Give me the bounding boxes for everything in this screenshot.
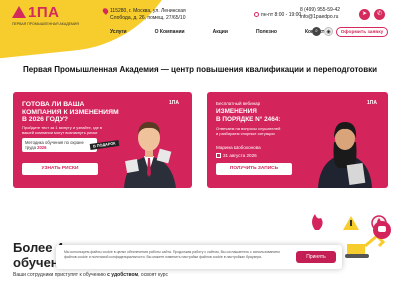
chat-icon[interactable]	[373, 221, 391, 239]
nav-item-useful[interactable]: Полезно	[256, 29, 277, 35]
nav-item-services[interactable]: Услуги	[110, 29, 127, 35]
webinar-subtitle-line2: и разбираем спорные ситуации	[216, 131, 275, 136]
banner-risk-test[interactable]: 1ПА ГОТОВА ЛИ ВАША КОМПАНИЯ К ИЗМЕНЕНИЯМ…	[13, 92, 192, 188]
webinar-kicker: Бесплатный вебинар	[216, 101, 261, 106]
webinar-date-text: 31 августа 2026	[223, 153, 257, 158]
logo-mark-icon	[12, 6, 26, 18]
whatsapp-icon[interactable]: ✆	[374, 9, 385, 20]
get-recording-button[interactable]: ПОЛУЧИТЬ ЗАПИСЬ	[216, 163, 292, 175]
banner-gift-tag: Методика обучения по охране труда 2026	[22, 138, 97, 152]
speaker-photo	[318, 122, 372, 188]
address-line2: Слобода, д. 26, помещ. 27/65/10	[110, 14, 186, 21]
banner-webinar[interactable]: 1ПА Бесплатный вебинар ИЗМЕНЕНИЯ В ПОРЯД…	[207, 92, 388, 188]
section-text-end: , освоят курс	[138, 272, 168, 278]
banner-title-line3: В 2026 ГОДУ?	[22, 116, 69, 123]
contacts: 8 (499) 955-59-42 info@1paedpo.ru	[300, 7, 340, 21]
site-header: 1ПА ПЕРВАЯ ПРОМЫШЛЕННАЯ АКАДЕМИЯ 115280,…	[0, 0, 400, 42]
accessibility-icon[interactable]: ◉	[324, 27, 333, 36]
excavator-icon	[345, 233, 386, 258]
email-link[interactable]: info@1paedpo.ru	[300, 14, 340, 21]
accept-cookies-button[interactable]: Принять	[296, 251, 336, 263]
logo-text-label: 1ПА	[28, 4, 60, 21]
webinar-date: 31 августа 2026	[216, 153, 257, 158]
calendar-icon	[216, 153, 221, 158]
logo-text: 1ПА	[12, 5, 82, 21]
tag-year: 2026	[37, 145, 47, 150]
order-button[interactable]: Оформить заявку	[336, 27, 388, 37]
working-hours: пн-пт 8:00 - 19:00	[254, 12, 301, 18]
learn-risks-button[interactable]: УЗНАТЬ РИСКИ	[22, 163, 98, 175]
search-icon[interactable]: ⌕	[312, 27, 321, 36]
section-text-start: Ваши сотрудники приступят к обучению	[13, 272, 106, 278]
nav-item-about[interactable]: О Компании	[155, 29, 185, 35]
webinar-subtitle: Отвечаем на вопросы слушателей и разбира…	[216, 126, 280, 136]
webinar-title-line1: ИЗМЕНЕНИЯ	[216, 108, 257, 115]
banner-title-line2: КОМПАНИЯ К ИЗМЕНЕНИЯМ	[22, 108, 119, 116]
hours-text: пн-пт 8:00 - 19:00	[261, 12, 302, 18]
businessman-illustration	[124, 122, 176, 188]
flame-icon	[312, 214, 323, 230]
nav-item-promotions[interactable]: Акции	[213, 29, 228, 35]
telegram-icon[interactable]: ➤	[359, 9, 370, 20]
webinar-title: ИЗМЕНЕНИЯ В ПОРЯДКЕ N° 2464:	[216, 108, 280, 123]
speaker-name: Марина Шобохонова	[216, 145, 261, 150]
location-pin-icon	[101, 7, 110, 15]
cookie-banner: Мы используем файлы cookie в целях обесп…	[56, 245, 342, 269]
clock-icon	[254, 12, 259, 17]
cookie-text: Мы используем файлы cookie в целях обесп…	[64, 250, 280, 259]
banner-subtitle: Пройдите тест за 1 минуту и узнайте, где…	[22, 125, 103, 135]
tag-text: Методика обучения по охране труда	[25, 140, 84, 150]
section-text: Ваши сотрудники приступят к обучению с у…	[13, 272, 168, 278]
warning-icon	[343, 216, 359, 230]
logo-subtitle: ПЕРВАЯ ПРОМЫШЛЕННАЯ АКАДЕМИЯ	[12, 22, 79, 26]
address: 115280, г. Москва, ул. Ленинская Слобода…	[101, 7, 202, 21]
banner-title: ГОТОВА ЛИ ВАША КОМПАНИЯ К ИЗМЕНЕНИЯМ В 2…	[22, 101, 119, 124]
section-text-bold: с удобством	[107, 272, 139, 278]
webinar-title-line2: В ПОРЯДКЕ N° 2464:	[216, 115, 281, 123]
page-title: Первая Промышленная Академия — центр пов…	[22, 65, 378, 74]
phone-link[interactable]: 8 (499) 955-59-42	[300, 7, 340, 14]
banner-title-line1: ГОТОВА ЛИ ВАША	[22, 101, 85, 108]
banner-logo: 1ПА	[367, 100, 377, 106]
banner-logo: 1ПА	[169, 100, 179, 106]
logo[interactable]: 1ПА ПЕРВАЯ ПРОМЫШЛЕННАЯ АКАДЕМИЯ	[12, 5, 82, 26]
